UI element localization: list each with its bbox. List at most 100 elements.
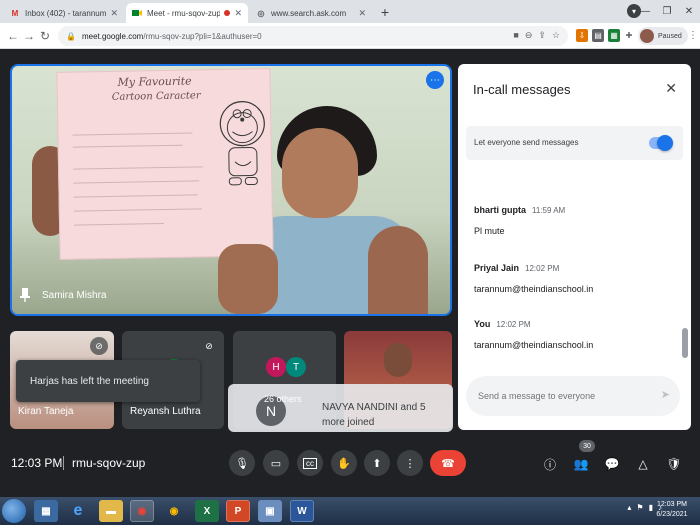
paper-title: My Favourite [117, 74, 192, 89]
zoom-icon[interactable]: ⊖ [525, 30, 533, 41]
profile-button[interactable]: Paused [638, 27, 688, 45]
doraemon-drawing [219, 101, 265, 186]
avatar [640, 29, 654, 43]
pin-icon [20, 288, 30, 302]
app-icon[interactable]: ▣ [258, 500, 282, 522]
participant-name: Kiran Taneja [18, 406, 74, 417]
microphone-button[interactable]: 🎙 [229, 450, 255, 476]
meeting-details-icon[interactable]: ⓘ [540, 454, 560, 474]
explorer-icon[interactable]: ▦ [34, 500, 58, 522]
reload-icon[interactable]: ↻ [38, 28, 52, 44]
host-controls-icon[interactable]: 🛡 [664, 454, 684, 474]
tab-gmail[interactable]: M Inbox (402) - tarannum@theindi ✕ [4, 3, 124, 23]
word-icon[interactable]: W [290, 500, 314, 522]
close-icon[interactable]: ✕ [665, 80, 677, 97]
powerpoint-icon[interactable]: P [226, 500, 250, 522]
folder-icon[interactable]: ▬ [99, 500, 123, 522]
start-button[interactable] [2, 499, 26, 523]
profile-status: Paused [658, 32, 682, 40]
activities-icon[interactable]: △ [633, 454, 653, 474]
maximize-icon[interactable]: ❐ [656, 6, 678, 17]
toast-text: Harjas has left the meeting [30, 375, 149, 387]
extension-sheet-icon[interactable]: ▦ [608, 29, 620, 42]
lock-icon[interactable]: 🔒 [66, 32, 76, 41]
chrome-alt-icon[interactable]: ◉ [162, 500, 186, 522]
chat-icon[interactable]: 💬 [602, 454, 622, 474]
tab-title: Inbox (402) - tarannum@theindi [25, 8, 107, 18]
taskbar-clock[interactable]: 12:03 PM 6/23/2021 [650, 500, 694, 520]
present-button[interactable]: ⬆ [364, 450, 390, 476]
setting-label: Let everyone send messages [474, 138, 579, 147]
people-icon[interactable]: 👥 [571, 454, 591, 474]
extensions-puzzle-icon[interactable]: ✚ [623, 29, 635, 42]
others-count: 26 others [264, 394, 302, 404]
forward-icon[interactable]: → [22, 28, 36, 44]
chat-scrollbar[interactable] [682, 328, 688, 358]
captions-button[interactable]: cc [297, 450, 323, 476]
bookmark-star-icon[interactable]: ☆ [552, 30, 560, 41]
participant-name: Samira Mishra [42, 290, 107, 301]
close-icon[interactable]: ✕ [234, 8, 242, 19]
mic-off-icon: ⊘ [90, 337, 108, 355]
browser-toolbar: ← → ↻ 🔒 meet.google.com/rmu-sqov-zup?pli… [0, 23, 700, 49]
video-person-face [282, 128, 358, 218]
chat-message: bharti gupta 11:59 AM Pl mute [474, 200, 565, 236]
paper-line [73, 180, 200, 184]
excel-icon[interactable]: X [195, 500, 219, 522]
divider [63, 456, 64, 470]
back-icon[interactable]: ← [6, 28, 20, 44]
new-tab-button[interactable]: + [376, 3, 394, 21]
message-time: 11:59 AM [532, 206, 566, 215]
browser-menu-icon[interactable]: ⋮ [688, 30, 698, 41]
chat-setting-row: Let everyone send messages [466, 126, 683, 160]
message-time: 12:02 PM [496, 320, 531, 329]
captions-icon: cc [303, 457, 317, 469]
meet-icon [132, 8, 142, 18]
mic-off-icon: ⊘ [205, 340, 213, 351]
more-vert-icon: ⋮ [404, 457, 416, 470]
video-person-arm [368, 226, 428, 314]
extension-download-icon[interactable]: ⇩ [576, 29, 588, 42]
more-options-button[interactable]: ⋮ [397, 450, 423, 476]
paper-line [73, 194, 198, 198]
chat-message: Priyal Jain 12:02 PM tarannum@theindiansc… [474, 258, 593, 294]
people-count-badge: 30 [579, 440, 595, 452]
share-icon[interactable]: ⇪ [538, 30, 546, 41]
internet-explorer-icon[interactable]: e [66, 500, 90, 522]
url-path: /rmu-sqov-zup?pli=1&authuser=0 [143, 31, 262, 41]
clock-time: 12:03 PM [657, 501, 687, 508]
close-window-icon[interactable]: ✕ [678, 6, 700, 17]
chat-panel: In-call messages ✕ Let everyone send mes… [458, 64, 691, 430]
send-messages-toggle[interactable] [649, 135, 673, 151]
minimize-icon[interactable]: — [634, 6, 656, 17]
raise-hand-button[interactable]: ✋ [331, 450, 357, 476]
camera-button[interactable]: ▭ [263, 450, 289, 476]
camera-icon[interactable]: ■ [513, 30, 518, 41]
main-video-tile[interactable]: My Favourite Cartoon Caracter Samira Mis… [10, 64, 452, 316]
screen: M Inbox (402) - tarannum@theindi ✕ Meet … [0, 0, 700, 525]
window-controls: — ❐ ✕ [634, 0, 700, 23]
avatar: T [286, 357, 306, 377]
message-sender: Priyal Jain [474, 263, 520, 273]
hand-icon: ✋ [337, 457, 351, 470]
url-host: meet.google.com [81, 31, 144, 41]
address-bar[interactable]: 🔒 meet.google.com/rmu-sqov-zup?pli=1&aut… [58, 26, 568, 46]
message-input[interactable] [478, 388, 648, 404]
globe-icon: ◎ [257, 8, 265, 18]
windows-taskbar: ▦ e ▬ ◉ ◉ X P ▣ W ▴ ⚑ ▮ ♪ 12:03 PM 6/23/… [0, 497, 700, 525]
tab-search[interactable]: ◎ www.search.ask.com ✕ [250, 3, 372, 23]
flag-icon[interactable]: ⚑ [636, 503, 643, 512]
others-joined-card[interactable]: N 26 others NAVYA NANDINI and 5 more joi… [228, 384, 453, 432]
participant-name: Reyansh Luthra [130, 406, 201, 417]
leave-call-button[interactable]: ☎ [430, 450, 466, 476]
tab-meet[interactable]: Meet - rmu-sqov-zup ✕ [126, 3, 248, 23]
close-icon[interactable]: ✕ [110, 8, 118, 19]
chevron-up-icon[interactable]: ▴ [627, 503, 631, 512]
close-icon[interactable]: ✕ [358, 8, 366, 19]
message-text: tarannum@theindianschool.in [474, 340, 594, 350]
send-icon[interactable]: ➤ [661, 388, 670, 401]
more-options-icon[interactable]: ⋯ [426, 71, 444, 89]
extension-doc-icon[interactable]: ▤ [592, 29, 604, 42]
chrome-icon[interactable]: ◉ [130, 500, 154, 522]
message-text: tarannum@theindianschool.in [474, 284, 594, 294]
